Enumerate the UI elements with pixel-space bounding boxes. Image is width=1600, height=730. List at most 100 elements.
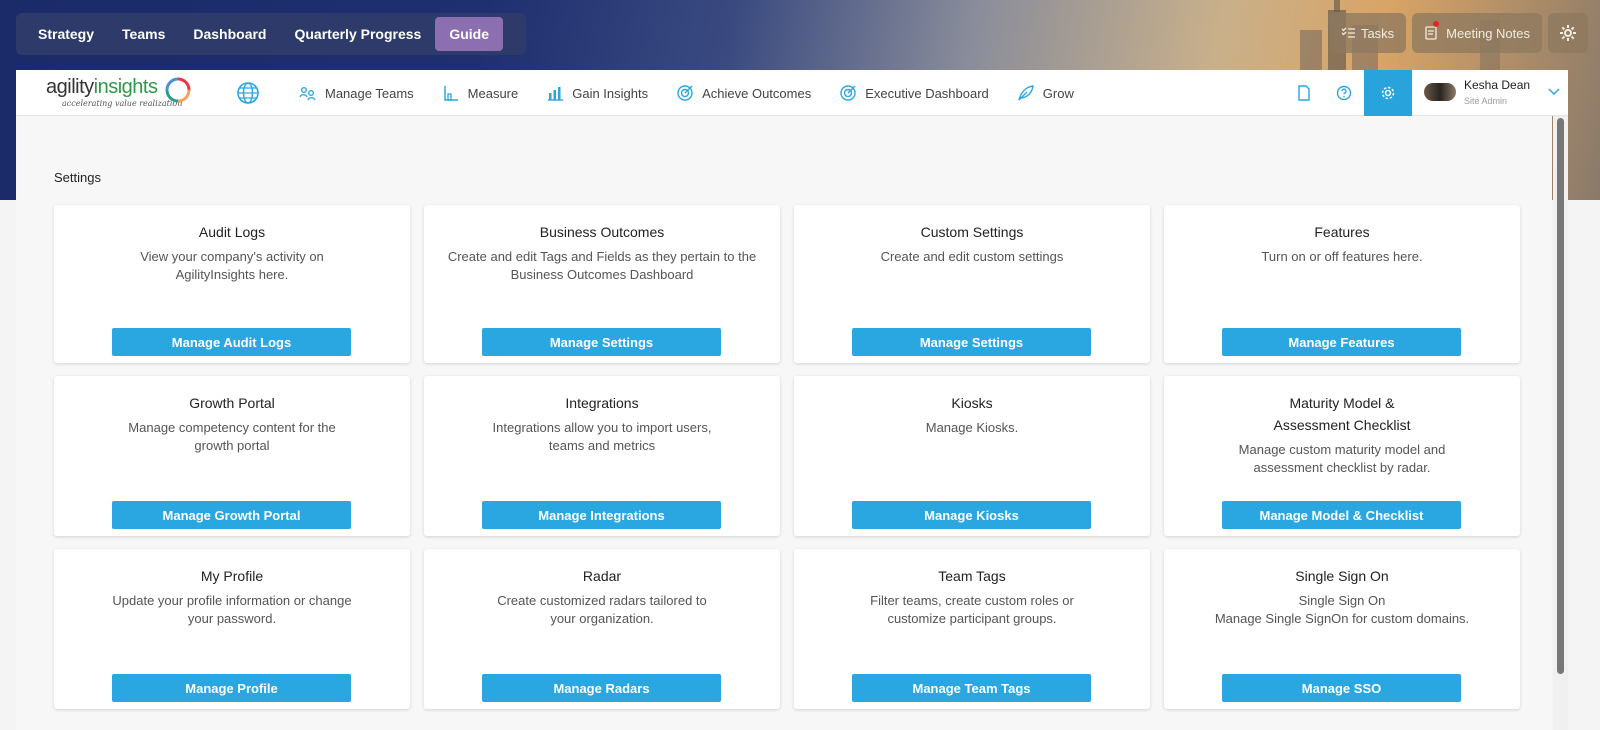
manage-team-tags-button[interactable]: Manage Team Tags — [852, 674, 1091, 702]
scrollbar-thumb[interactable] — [1557, 118, 1564, 674]
leaf-icon — [1018, 85, 1034, 101]
card-team-tags: Team Tags Filter teams, create custom ro… — [794, 549, 1150, 709]
manage-integrations-button[interactable]: Manage Integrations — [482, 501, 721, 529]
card-title: Single Sign On — [1295, 568, 1389, 584]
card-description: Integrations allow you to import users, … — [492, 420, 712, 453]
top-nav-teams[interactable]: Teams — [108, 17, 179, 51]
help-icon — [1336, 85, 1352, 101]
notes-icon — [1425, 26, 1437, 40]
manage-audit-logs-button[interactable]: Manage Audit Logs — [112, 328, 351, 356]
card-maturity-model: Maturity Model & Assessment Checklist Ma… — [1164, 376, 1520, 536]
header-icon-group — [1284, 70, 1412, 116]
card-title: Kiosks — [951, 395, 993, 411]
document-button[interactable] — [1284, 70, 1324, 116]
nav-achieve-outcomes[interactable]: Achieve Outcomes — [676, 84, 811, 102]
nav-grow[interactable]: Grow — [1017, 84, 1074, 102]
top-nav: Strategy Teams Dashboard Quarterly Progr… — [16, 13, 526, 55]
card-description: Manage Kiosks. — [925, 420, 1019, 435]
target-icon — [840, 85, 856, 101]
banner-edge — [0, 0, 16, 200]
nav-achieve-outcomes-label: Achieve Outcomes — [702, 85, 812, 101]
gear-icon — [1381, 86, 1395, 100]
nav-executive-dashboard-label: Executive Dashboard — [865, 85, 989, 101]
card-description: Manage competency content for the growth… — [128, 420, 336, 453]
card-description: Create and edit custom settings — [880, 249, 1064, 264]
card-description: Create customized radars tailored to you… — [497, 593, 707, 626]
top-nav-guide[interactable]: Guide — [435, 17, 503, 51]
measure-icon — [443, 86, 458, 101]
top-nav-quarterly-progress[interactable]: Quarterly Progress — [280, 17, 435, 51]
user-info: Kesha Dean Site Admin — [1464, 78, 1530, 106]
card-title: My Profile — [200, 568, 264, 584]
scrollbar[interactable] — [1553, 116, 1568, 730]
logo-swirl-icon — [165, 77, 191, 103]
manage-sso-button[interactable]: Manage SSO — [1222, 674, 1461, 702]
card-kiosks: Kiosks Manage Kiosks. Manage Kiosks — [794, 376, 1150, 536]
card-title: Features — [1314, 224, 1370, 240]
top-right-actions: Tasks Meeting Notes — [1328, 13, 1588, 53]
nav-gain-insights[interactable]: Gain Insights — [546, 84, 648, 102]
meeting-notes-label: Meeting Notes — [1446, 25, 1530, 41]
tasks-label: Tasks — [1360, 25, 1395, 41]
card-business-outcomes: Business Outcomes Create and edit Tags a… — [424, 205, 780, 363]
help-button[interactable] — [1324, 70, 1364, 116]
main-content: Settings Audit Logs View your company's … — [16, 116, 1552, 730]
card-description: View your company's activity on AgilityI… — [140, 249, 324, 282]
top-nav-strategy[interactable]: Strategy — [24, 17, 108, 51]
card-description: Create and edit Tags and Fields as they … — [447, 249, 757, 282]
document-icon — [1298, 85, 1310, 101]
manage-custom-settings-button[interactable]: Manage Settings — [852, 328, 1091, 356]
card-custom-settings: Custom Settings Create and edit custom s… — [794, 205, 1150, 363]
chevron-down-icon — [1548, 88, 1560, 96]
card-title: Integrations — [565, 395, 639, 411]
user-role: Site Admin — [1464, 96, 1508, 106]
target-icon — [677, 85, 693, 101]
manage-features-button[interactable]: Manage Features — [1222, 328, 1461, 356]
card-title: Maturity Model & Assessment Checklist — [1273, 395, 1411, 433]
page-title: Settings — [54, 170, 101, 185]
card-audit-logs: Audit Logs View your company's activity … — [54, 205, 410, 363]
card-my-profile: My Profile Update your profile informati… — [54, 549, 410, 709]
card-description: Single Sign On Manage Single SignOn for … — [1214, 593, 1470, 626]
card-radar: Radar Create customized radars tailored … — [424, 549, 780, 709]
tasks-button[interactable]: Tasks — [1328, 13, 1407, 53]
nav-measure-label: Measure — [467, 85, 519, 101]
top-nav-dashboard[interactable]: Dashboard — [179, 17, 280, 51]
gear-icon — [1560, 25, 1576, 41]
nav-manage-teams[interactable]: Manage Teams — [299, 84, 414, 102]
manage-radars-button[interactable]: Manage Radars — [482, 674, 721, 702]
main-header: agilityinsights accelerating value reali… — [16, 70, 1568, 116]
nav-measure[interactable]: Measure — [442, 84, 519, 102]
meeting-notes-button[interactable]: Meeting Notes — [1412, 13, 1542, 53]
checklist-icon — [1341, 27, 1355, 38]
bar-chart-icon — [548, 87, 564, 101]
globe-icon[interactable] — [236, 81, 260, 105]
card-growth-portal: Growth Portal Manage competency content … — [54, 376, 410, 536]
card-description: Manage custom maturity model and assessm… — [1238, 442, 1446, 475]
settings-button[interactable] — [1364, 70, 1412, 116]
card-description: Turn on or off features here. — [1261, 249, 1423, 264]
card-title: Radar — [582, 568, 622, 584]
card-title: Custom Settings — [920, 224, 1024, 240]
brand-logo[interactable]: agilityinsights accelerating value reali… — [46, 76, 196, 112]
card-integrations: Integrations Integrations allow you to i… — [424, 376, 780, 536]
avatar — [1424, 83, 1456, 101]
card-title: Audit Logs — [198, 224, 266, 240]
manage-profile-button[interactable]: Manage Profile — [112, 674, 351, 702]
manage-model-checklist-button[interactable]: Manage Model & Checklist — [1222, 501, 1461, 529]
settings-grid: Audit Logs View your company's activity … — [54, 205, 1520, 709]
manage-kiosks-button[interactable]: Manage Kiosks — [852, 501, 1091, 529]
nav-executive-dashboard[interactable]: Executive Dashboard — [839, 84, 989, 102]
top-settings-button[interactable] — [1548, 13, 1588, 53]
manage-business-outcomes-settings-button[interactable]: Manage Settings — [482, 328, 721, 356]
card-features: Features Turn on or off features here. M… — [1164, 205, 1520, 363]
user-menu[interactable]: Kesha Dean Site Admin — [1424, 78, 1560, 106]
nav-manage-teams-label: Manage Teams — [325, 85, 414, 101]
card-description: Update your profile information or chang… — [112, 593, 352, 626]
user-name: Kesha Dean — [1464, 78, 1531, 92]
card-title: Business Outcomes — [539, 224, 665, 240]
manage-growth-portal-button[interactable]: Manage Growth Portal — [112, 501, 351, 529]
card-title: Growth Portal — [189, 395, 275, 411]
teams-icon — [299, 87, 316, 101]
card-single-sign-on: Single Sign On Single Sign On Manage Sin… — [1164, 549, 1520, 709]
